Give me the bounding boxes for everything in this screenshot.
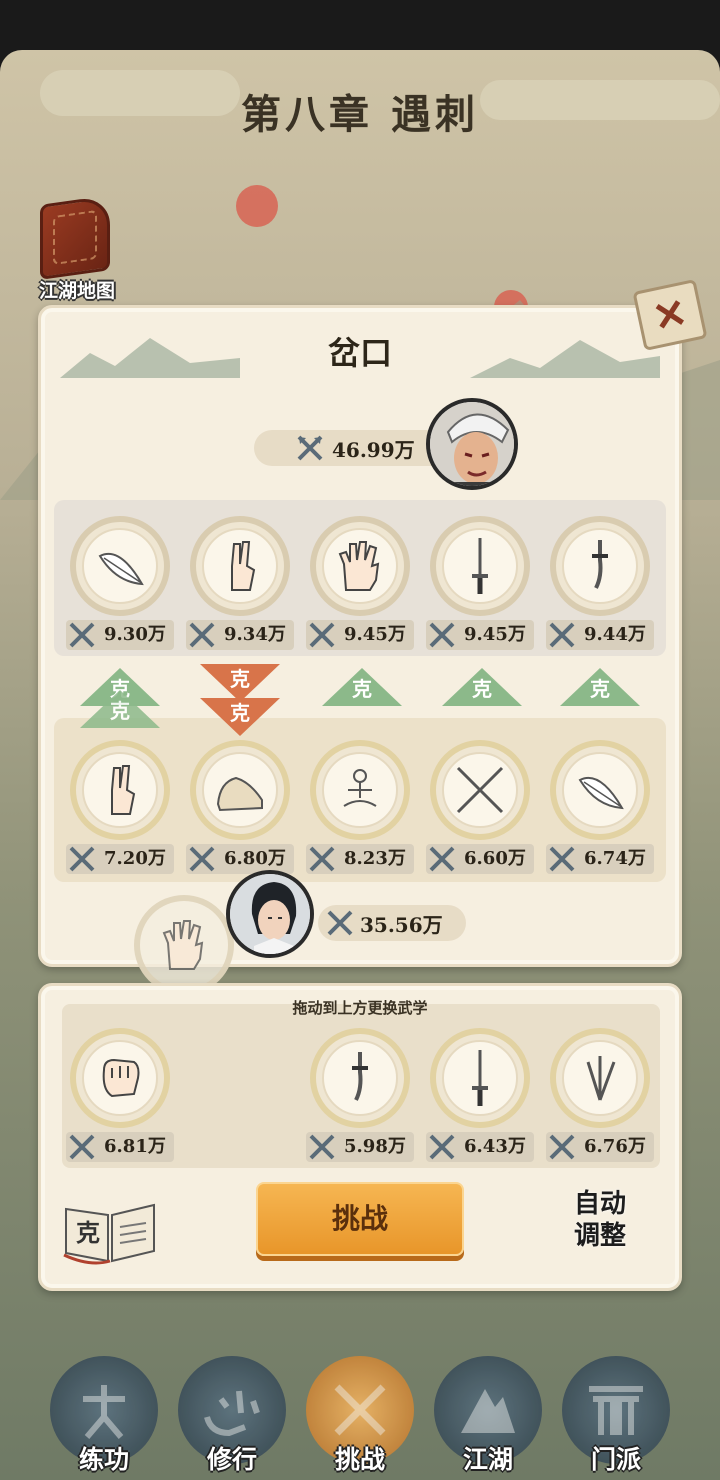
enemy-skill-power: 9.30万 [104, 624, 166, 645]
nav-challenge[interactable]: 挑战 [306, 1356, 416, 1476]
player-power-value: 35.56万 [360, 912, 443, 937]
power-swords-icon [428, 1133, 456, 1161]
martial-figure-icon [83, 1385, 125, 1439]
two-finger-hand-icon [111, 765, 136, 815]
fist-icon [102, 1058, 140, 1098]
enemy-power: 46.99万 [254, 430, 454, 466]
feather-icon [578, 777, 624, 810]
player-skill-2[interactable]: 6.80万 [186, 740, 294, 888]
power-swords-icon [308, 621, 336, 649]
player-skill-4[interactable]: 6.60万 [426, 740, 534, 888]
gate-icon [589, 1386, 643, 1435]
power-swords-icon [68, 845, 96, 873]
book-icon [63, 1203, 155, 1265]
inventory-hint: 拖动到上方更换武学 [292, 999, 428, 1017]
nav-sect[interactable]: 门派 [562, 1356, 672, 1476]
player-skill-3[interactable]: 8.23万 [306, 740, 414, 888]
player-skill-power: 7.20万 [104, 848, 166, 869]
inventory-skill-4[interactable]: 6.76万 [546, 1028, 654, 1176]
enemy-avatar [426, 398, 518, 490]
challenge-button[interactable]: 挑战 [256, 1182, 464, 1256]
player-skill-power: 6.80万 [224, 848, 286, 869]
auto-adjust-button[interactable]: 自动 调整 [560, 1188, 640, 1264]
enemy-skill-power: 9.34万 [224, 624, 286, 645]
crossed-swords-icon [334, 1384, 386, 1436]
power-swords-icon [68, 621, 96, 649]
enemy-skill-power: 9.45万 [464, 624, 526, 645]
auto-adjust-line1: 自动 [573, 1189, 626, 1219]
bottom-navigation: 练功 修行 挑战 江湖 门派 [0, 1348, 720, 1480]
power-swords-icon [548, 1133, 576, 1161]
enemy-skill-3: 9.45万 [306, 516, 414, 664]
power-swords-icon [548, 621, 576, 649]
heart-char-icon [204, 1390, 260, 1437]
player-power: 35.56万 [318, 905, 466, 941]
enemy-skill-power: 9.45万 [344, 624, 406, 645]
enemy-skill-5: 9.44万 [546, 516, 654, 664]
palm-hand-icon [338, 541, 380, 591]
boot-icon [216, 776, 263, 812]
player-skill-power: 6.60万 [464, 848, 526, 869]
book-char: 克 [76, 1218, 100, 1247]
inventory-skill-1[interactable]: 6.81万 [66, 1028, 174, 1176]
world-map-button[interactable]: 江湖地图 [22, 195, 132, 305]
enemy-skill-2: 9.34万 [186, 516, 294, 664]
player-skill-power: 8.23万 [344, 848, 406, 869]
player-skill-power: 6.74万 [584, 848, 646, 869]
player-skill-5[interactable]: 6.74万 [546, 740, 654, 888]
sword-icon [472, 538, 488, 594]
enemy-power-value: 46.99万 [332, 437, 415, 462]
close-icon: ✕ [648, 288, 692, 342]
nav-jianghu[interactable]: 江湖 [434, 1356, 544, 1476]
dragging-skill[interactable] [134, 895, 234, 995]
enemy-skill-power: 9.44万 [584, 624, 646, 645]
inventory-skill-3[interactable]: 6.43万 [426, 1028, 534, 1176]
inventory-skill-2[interactable]: 5.98万 [306, 1028, 414, 1176]
power-swords-icon [68, 1133, 96, 1161]
nav-cultivation[interactable]: 修行 [178, 1356, 288, 1476]
feather-icon [98, 553, 144, 586]
counter-guide-book[interactable]: 克 [60, 1195, 160, 1265]
chapter-title: 第八章 遇刺 [241, 91, 479, 138]
world-map-label: 江湖地图 [38, 280, 115, 302]
power-swords-icon [326, 909, 354, 937]
auto-adjust-line2: 调整 [573, 1221, 626, 1251]
player-avatar [226, 870, 314, 958]
inventory-skill-power: 6.43万 [464, 1136, 526, 1157]
inventory-skill-power: 6.76万 [584, 1136, 646, 1157]
power-swords-icon [188, 845, 216, 873]
saber-icon [352, 1052, 368, 1101]
palm-hand-icon [162, 920, 204, 970]
daggers-icon [586, 1056, 616, 1101]
player-skill-1[interactable]: 7.20万 [66, 740, 174, 888]
inventory-skill-power: 6.81万 [104, 1136, 166, 1157]
inventory-skill-power: 5.98万 [344, 1136, 406, 1157]
map-scroll-icon [40, 195, 110, 280]
power-swords-icon [428, 621, 456, 649]
power-swords-icon [296, 434, 324, 462]
power-swords-icon [308, 845, 336, 873]
saber-icon [592, 540, 608, 589]
power-swords-icon [188, 621, 216, 649]
meditation-icon [343, 769, 377, 807]
power-swords-icon [428, 845, 456, 873]
location-name: 岔口 [327, 334, 392, 372]
sword-icon [472, 1050, 488, 1106]
power-swords-icon [308, 1133, 336, 1161]
crossed-swords-icon [456, 766, 504, 814]
mountain-icon [461, 1389, 515, 1433]
two-finger-hand-icon [231, 541, 256, 591]
nav-training[interactable]: 练功 [50, 1356, 160, 1476]
enemy-skill-4: 9.45万 [426, 516, 534, 664]
power-swords-icon [548, 845, 576, 873]
enemy-skill-1: 9.30万 [66, 516, 174, 664]
